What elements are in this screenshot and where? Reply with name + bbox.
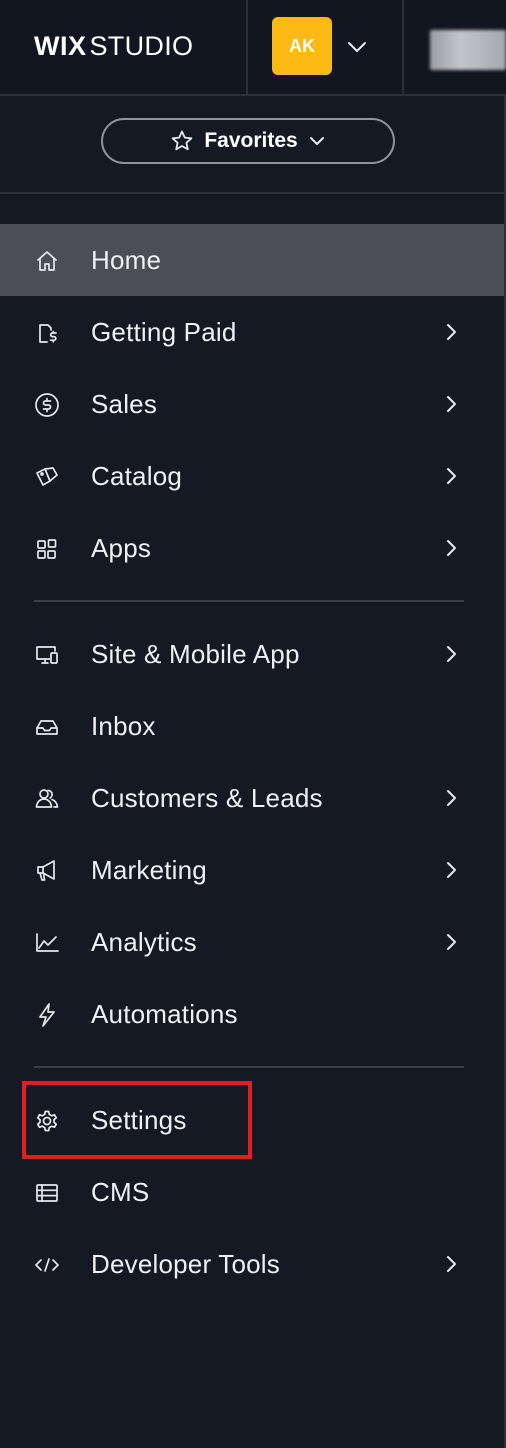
chevron-down-icon: [309, 137, 324, 145]
chevron-right-icon: [447, 540, 456, 556]
payment-receipt-icon: [39, 324, 57, 343]
chevron-right-icon: [447, 646, 456, 662]
sidebar-item-label: Site & Mobile App: [91, 639, 300, 669]
chevron-right-icon: [447, 862, 456, 878]
sidebar-item-label: Marketing: [91, 855, 207, 885]
blurred-site-name[interactable]: [430, 30, 506, 70]
star-icon: [172, 130, 193, 151]
sidebar-item-label: Automations: [91, 999, 238, 1029]
inbox-icon: [36, 720, 58, 735]
apps-grid-icon: [37, 539, 57, 559]
favorites-label: Favorites: [204, 129, 298, 152]
favorites-area: Favorites: [0, 96, 506, 192]
people-icon: [35, 789, 59, 808]
sidebar-item-label: Apps: [91, 533, 152, 563]
analytics-chart-icon: [36, 933, 59, 952]
sidebar-item-sales[interactable]: Sales: [0, 368, 504, 440]
favorites-dropdown[interactable]: Favorites: [101, 118, 395, 164]
catalog-tags-icon: [36, 467, 58, 486]
sidebar-item-label: Inbox: [91, 711, 156, 741]
logo-studio: STUDIO: [89, 30, 194, 61]
sidebar-item-getting-paid[interactable]: Getting Paid: [0, 296, 504, 368]
sidebar-item-label: Getting Paid: [91, 317, 237, 347]
sidebar-item-label: Home: [91, 245, 162, 275]
code-icon: [35, 1258, 59, 1272]
sidebar-item-site-mobile-app[interactable]: Site & Mobile App: [0, 618, 504, 690]
divider: [402, 0, 404, 94]
chevron-right-icon: [447, 468, 456, 484]
chevron-right-icon: [447, 934, 456, 950]
divider: [246, 0, 248, 94]
sidebar-item-label: CMS: [91, 1177, 150, 1207]
sidebar-item-label: Customers & Leads: [91, 783, 323, 813]
sidebar-item-marketing[interactable]: Marketing: [0, 834, 504, 906]
sidebar-item-home[interactable]: Home: [0, 224, 504, 296]
settings-highlight-box: [22, 1081, 252, 1159]
sidebar-item-label: Developer Tools: [91, 1249, 280, 1279]
account-avatar[interactable]: AK: [272, 17, 332, 75]
sidebar-item-apps[interactable]: Apps: [0, 512, 504, 584]
wix-studio-logo[interactable]: WIX STUDIO: [34, 28, 193, 64]
sidebar-item-label: Sales: [91, 389, 158, 419]
logo-wix: WIX: [34, 30, 87, 61]
sidebar-item-catalog[interactable]: Catalog: [0, 440, 504, 512]
sidebar-item-customers-leads[interactable]: Customers & Leads: [0, 762, 504, 834]
chevron-down-icon[interactable]: [344, 34, 370, 60]
database-table-icon: [36, 1184, 58, 1202]
sidebar-item-label: Analytics: [91, 927, 197, 957]
divider: [34, 600, 464, 602]
sidebar-item-automations[interactable]: Automations: [0, 978, 504, 1050]
sidebar-item-developer-tools[interactable]: Developer Tools: [0, 1228, 504, 1300]
chevron-right-icon: [447, 396, 456, 412]
chevron-right-icon: [447, 790, 456, 806]
home-icon: [37, 251, 57, 271]
sidebar-item-analytics[interactable]: Analytics: [0, 906, 504, 978]
lightning-bolt-icon: [39, 1003, 55, 1027]
sidebar-item-cms[interactable]: CMS: [0, 1156, 504, 1228]
chevron-right-icon: [447, 1256, 456, 1272]
sidebar-item-inbox[interactable]: Inbox: [0, 690, 504, 762]
sidebar-item-label: Catalog: [91, 461, 183, 491]
devices-icon: [36, 646, 58, 664]
divider: [34, 1066, 464, 1068]
divider: [0, 192, 506, 194]
dollar-circle-icon: [35, 393, 59, 417]
chevron-right-icon: [447, 324, 456, 340]
top-bar: WIX STUDIO AK: [0, 0, 506, 96]
megaphone-icon: [37, 860, 55, 881]
